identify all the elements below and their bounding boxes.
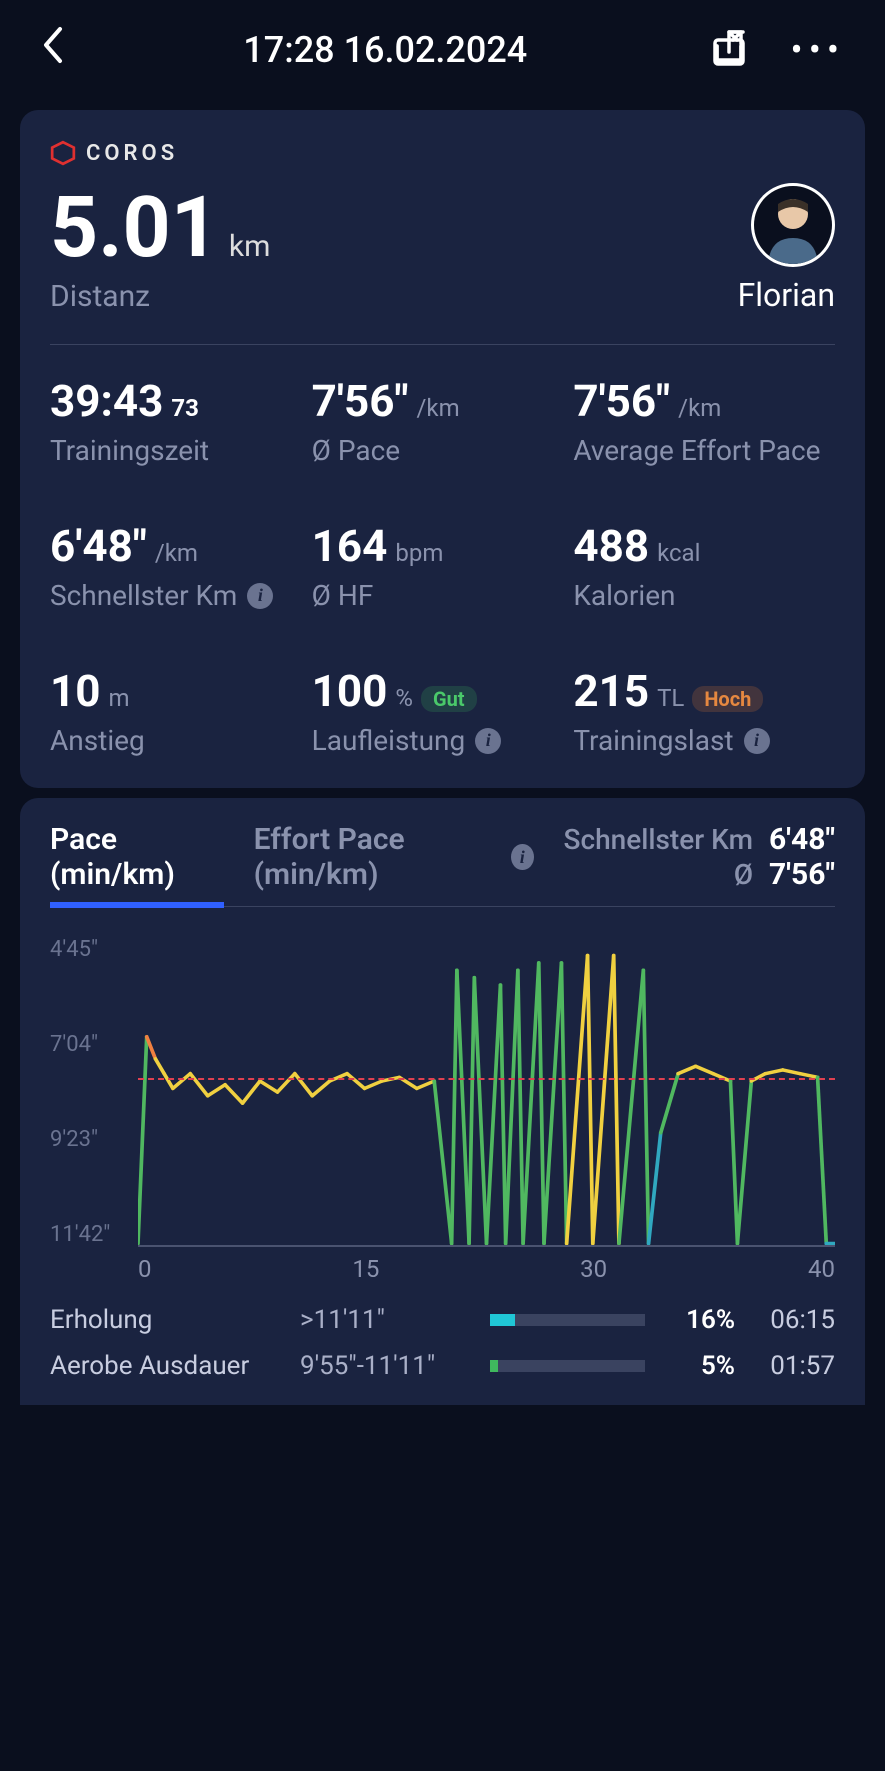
status-badge: Hoch: [692, 686, 763, 712]
tab-pace[interactable]: Pace (min/km): [50, 822, 224, 892]
stat-label: Trainingslast i: [573, 723, 835, 758]
zone-row: Erholung >11'11" 16% 06:15: [50, 1305, 835, 1335]
stat-value: 39:4373: [50, 375, 199, 427]
coros-icon: [50, 140, 76, 166]
pace-chart[interactable]: 4'45"7'04"9'23"11'42" 0153040: [50, 937, 835, 1277]
page-title: 17:28 16.02.2024: [64, 29, 707, 71]
x-tick: 30: [580, 1255, 607, 1283]
stat-cell: 7'56" /km Ø Pace: [312, 375, 574, 468]
stat-label: Ø HF: [312, 578, 574, 613]
zone-bar: [490, 1360, 645, 1372]
stat-value: 100 % Gut: [312, 665, 477, 717]
avg-pace-line: [138, 1078, 835, 1080]
stat-label: Anstieg: [50, 723, 312, 758]
stat-label: Trainingszeit: [50, 433, 312, 468]
stat-value: 215 TL Hoch: [573, 665, 763, 717]
stat-label: Schnellster Km i: [50, 578, 312, 613]
stat-cell: 39:4373 Trainingszeit: [50, 375, 312, 468]
brand-text: COROS: [86, 141, 178, 166]
zone-pct: 5%: [665, 1351, 735, 1381]
info-icon[interactable]: i: [744, 728, 770, 754]
brand-logo: COROS: [50, 140, 835, 166]
stat-cell: 7'56" /km Average Effort Pace: [573, 375, 835, 468]
zone-range: >11'11": [300, 1305, 470, 1335]
x-tick: 40: [808, 1255, 835, 1283]
summary-card: COROS 5.01 km Distanz Florian 39:4373 Tra…: [20, 110, 865, 788]
stat-cell: 215 TL Hoch Trainingslast i: [573, 665, 835, 758]
zone-name: Erholung: [50, 1305, 280, 1335]
y-tick: 9'23": [50, 1127, 130, 1152]
x-tick: 15: [352, 1255, 379, 1283]
stat-value: 7'56" /km: [312, 375, 460, 427]
stat-label: Average Effort Pace: [573, 433, 835, 468]
tab-effort-label: Effort Pace (min/km): [254, 822, 499, 892]
distance-label: Distanz: [50, 279, 270, 314]
zone-pct: 16%: [665, 1305, 735, 1335]
zone-time: 01:57: [755, 1351, 835, 1381]
fastest-km-value: 6'48": [769, 822, 835, 857]
stat-label: Laufleistung i: [312, 723, 574, 758]
avg-value: 7'56": [769, 857, 835, 892]
zone-bar: [490, 1314, 645, 1326]
zone-time: 06:15: [755, 1305, 835, 1335]
x-tick: 0: [138, 1255, 152, 1283]
avatar[interactable]: [751, 183, 835, 267]
stat-value: 10 m: [50, 665, 130, 717]
stat-value: 488 kcal: [573, 520, 700, 572]
stat-value: 7'56" /km: [573, 375, 721, 427]
zone-range: 9'55"-11'11": [300, 1351, 470, 1381]
stat-label: Ø Pace: [312, 433, 574, 468]
info-icon[interactable]: i: [511, 844, 534, 870]
back-button[interactable]: [40, 24, 64, 76]
y-tick: 7'04": [50, 1032, 130, 1057]
more-button[interactable]: •••: [791, 29, 845, 71]
stat-cell: 6'48" /km Schnellster Km i: [50, 520, 312, 613]
info-icon[interactable]: i: [475, 728, 501, 754]
zone-name: Aerobe Ausdauer: [50, 1351, 280, 1381]
stat-cell: 100 % Gut Laufleistung i: [312, 665, 574, 758]
stat-cell: 164 bpm Ø HF: [312, 520, 574, 613]
tab-effort-pace[interactable]: Effort Pace (min/km) i: [254, 822, 534, 892]
distance-value: 5.01: [50, 178, 219, 277]
stat-cell: 10 m Anstieg: [50, 665, 312, 758]
status-badge: Gut: [421, 686, 477, 712]
pace-chart-card: Pace (min/km) Effort Pace (min/km) i Sch…: [20, 798, 865, 1405]
user-name: Florian: [738, 276, 835, 314]
distance-unit: km: [229, 229, 271, 264]
share-icon[interactable]: [707, 26, 751, 74]
avg-label: Ø: [734, 858, 753, 891]
y-tick: 4'45": [50, 937, 130, 962]
stat-cell: 488 kcal Kalorien: [573, 520, 835, 613]
fastest-km-label: Schnellster Km: [564, 823, 753, 856]
stat-value: 6'48" /km: [50, 520, 198, 572]
stat-value: 164 bpm: [312, 520, 444, 572]
y-tick: 11'42": [50, 1222, 130, 1247]
stat-label: Kalorien: [573, 578, 835, 613]
zone-row: Aerobe Ausdauer 9'55"-11'11" 5% 01:57: [50, 1351, 835, 1381]
info-icon[interactable]: i: [247, 583, 273, 609]
